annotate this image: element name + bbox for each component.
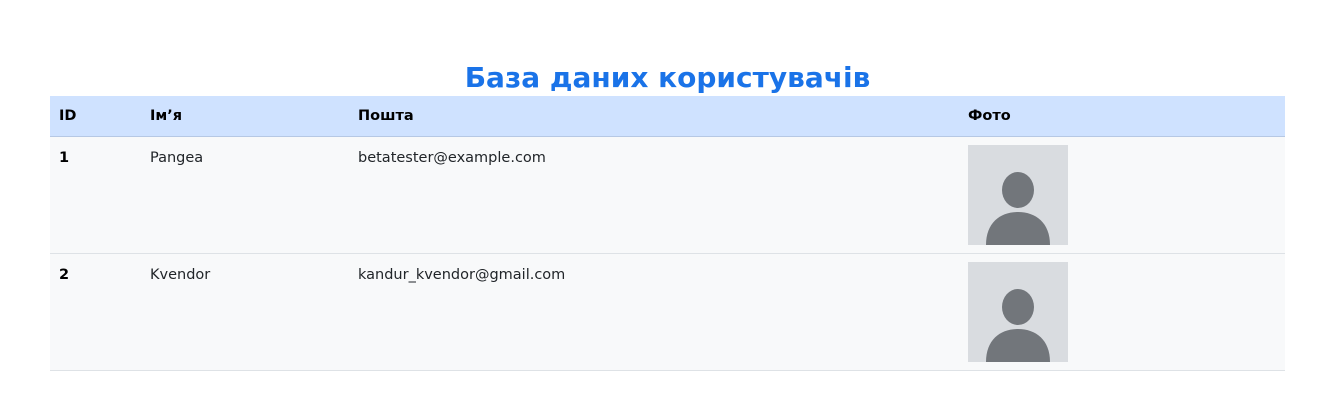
column-header-photo: Фото <box>959 96 1285 137</box>
users-table: ID Ім’я Пошта Фото 1 Pangea betatester@e… <box>50 96 1285 371</box>
user-avatar-placeholder-icon <box>968 144 1068 245</box>
table-row: 2 Kvendor kandur_kvendor@gmail.com <box>50 253 1285 371</box>
user-name-cell: Pangea <box>141 136 349 254</box>
column-header-id: ID <box>50 96 141 137</box>
user-avatar-placeholder-icon <box>968 261 1068 362</box>
user-photo-cell <box>959 253 1285 371</box>
user-id-cell: 2 <box>50 253 141 371</box>
table-header-row: ID Ім’я Пошта Фото <box>50 96 1285 137</box>
user-name-cell: Kvendor <box>141 253 349 371</box>
table-row: 1 Pangea betatester@example.com <box>50 136 1285 254</box>
user-email-cell: betatester@example.com <box>349 136 959 254</box>
user-id-cell: 1 <box>50 136 141 254</box>
column-header-name: Ім’я <box>141 96 349 137</box>
user-photo-cell <box>959 136 1285 254</box>
column-header-email: Пошта <box>349 96 959 137</box>
user-email-cell: kandur_kvendor@gmail.com <box>349 253 959 371</box>
page-title: База даних користувачів <box>464 61 871 94</box>
